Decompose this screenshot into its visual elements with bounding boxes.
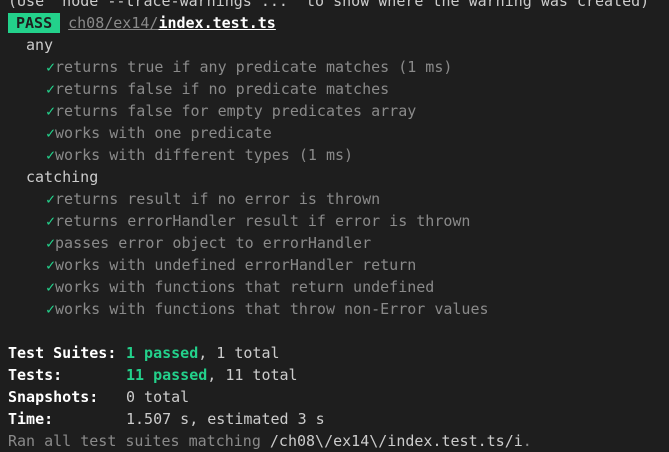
ran-pattern: /ch08\/ex14\/index.test.ts/i [269, 432, 523, 450]
test-case-label: works with one predicate [55, 124, 272, 142]
summary-label: Time: [8, 410, 54, 428]
test-case: ✓returns true if any predicate matches (… [0, 56, 669, 78]
test-case-label: returns true if any predicate matches (1… [55, 58, 453, 76]
summary-total: , 1 total [198, 344, 280, 362]
test-case: ✓works with functions that throw non-Err… [0, 298, 669, 320]
check-icon: ✓ [46, 278, 56, 296]
test-case-label: works with functions that throw non-Erro… [55, 300, 489, 318]
test-file-name: index.test.ts [158, 14, 276, 32]
summary-time: Time: 1.507 s, estimated 3 s [0, 408, 669, 430]
pass-badge: PASS [8, 13, 61, 33]
test-case-label: passes error object to errorHandler [55, 234, 372, 252]
check-icon: ✓ [46, 300, 56, 318]
summary-label: Test Suites: [8, 344, 117, 362]
summary-label: Snapshots: [8, 388, 99, 406]
summary-passed: 1 passed [126, 344, 199, 362]
summary-label: Tests: [8, 366, 63, 384]
check-icon: ✓ [46, 58, 56, 76]
test-case: ✓returns errorHandler result if error is… [0, 210, 669, 232]
test-file-dir: ch08/ex14/ [68, 14, 159, 32]
check-icon: ✓ [46, 146, 56, 164]
summary-value: 1.507 s, estimated 3 s [126, 410, 325, 428]
summary-tests: Tests: 11 passed, 11 total [0, 364, 669, 386]
check-icon: ✓ [46, 80, 56, 98]
test-case-label: works with different types (1 ms) [55, 146, 354, 164]
check-icon: ✓ [46, 102, 56, 120]
test-group-catching: catching [26, 168, 99, 186]
test-case: ✓works with undefined errorHandler retur… [0, 254, 669, 276]
test-case: ✓returns false for empty predicates arra… [0, 100, 669, 122]
check-icon: ✓ [46, 256, 56, 274]
test-group-any: any [26, 36, 54, 54]
test-case-label: works with functions that return undefin… [55, 278, 435, 296]
test-case-label: works with undefined errorHandler return [55, 256, 417, 274]
test-case: ✓returns false if no predicate matches [0, 78, 669, 100]
test-file-result: PASS ch08/ex14/index.test.ts [0, 12, 669, 34]
test-case: ✓passes error object to errorHandler [0, 232, 669, 254]
check-icon: ✓ [46, 124, 56, 142]
check-icon: ✓ [46, 234, 56, 252]
ran-suffix: . [522, 432, 532, 450]
check-icon: ✓ [46, 212, 56, 230]
summary-total: , 11 total [207, 366, 298, 384]
test-case: ✓works with different types (1 ms) [0, 144, 669, 166]
summary-value: 0 total [126, 388, 190, 406]
warning-line: (Use `node --trace-warnings ...` to show… [8, 0, 650, 10]
check-icon: ✓ [46, 190, 56, 208]
test-case: ✓works with functions that return undefi… [0, 276, 669, 298]
summary-passed: 11 passed [126, 366, 208, 384]
test-case-label: returns false if no predicate matches [55, 80, 390, 98]
test-case: ✓works with one predicate [0, 122, 669, 144]
summary-snapshots: Snapshots: 0 total [0, 386, 669, 408]
summary-test-suites: Test Suites: 1 passed, 1 total [0, 342, 669, 364]
ran-prefix: Ran all test suites matching [8, 432, 270, 450]
ran-suites-line: Ran all test suites matching /ch08\/ex14… [0, 430, 669, 452]
test-case-label: returns errorHandler result if error is … [55, 212, 471, 230]
test-case: ✓returns result if no error is thrown [0, 188, 669, 210]
test-case-label: returns false for empty predicates array [55, 102, 417, 120]
test-case-label: returns result if no error is thrown [55, 190, 381, 208]
terminal-output: (Use `node --trace-warnings ...` to show… [0, 0, 669, 452]
